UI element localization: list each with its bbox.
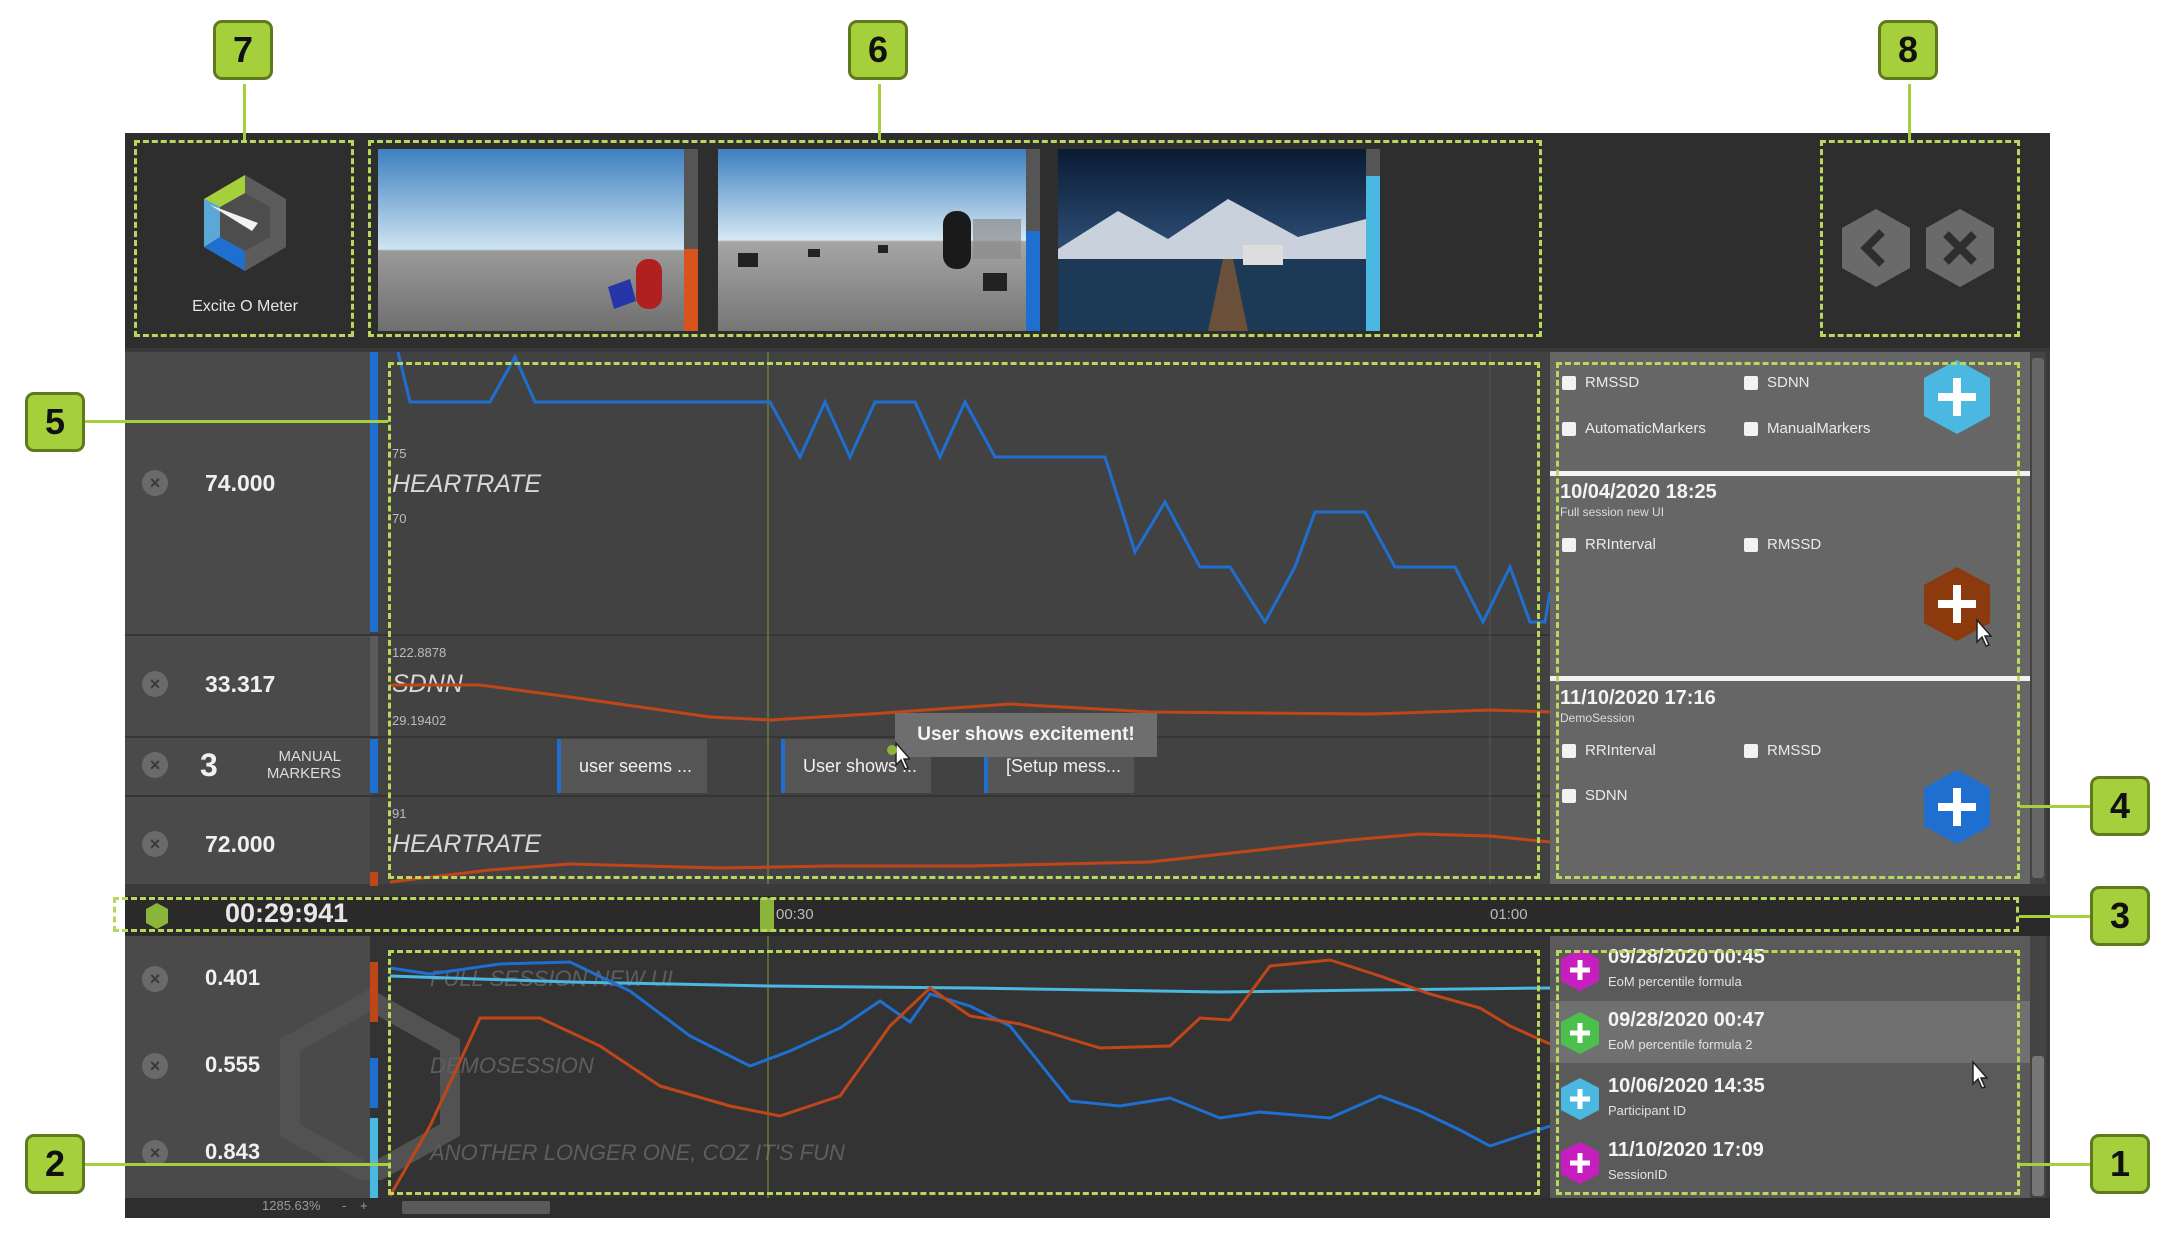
horizontal-scrollbar[interactable] — [402, 1201, 550, 1214]
label-line: MARKERS — [266, 765, 341, 782]
callout-leader — [878, 84, 881, 140]
zoom-in-button[interactable]: + — [360, 1198, 368, 1213]
marker-count: 3 — [200, 747, 218, 783]
row-value: 0.843 — [205, 1139, 261, 1164]
manual-markers-label: MANUAL MARKERS — [255, 748, 341, 782]
callout-leader — [243, 84, 246, 140]
remove-row-button[interactable]: × — [142, 966, 168, 992]
callout-region-4 — [1556, 362, 2020, 879]
callout-leader — [2020, 805, 2090, 808]
callout-badge-4: 4 — [2090, 776, 2150, 836]
row-value-column — [125, 352, 370, 884]
remove-row-button[interactable]: × — [142, 671, 168, 697]
callout-leader — [85, 420, 388, 423]
callout-badge-2: 2 — [25, 1134, 85, 1194]
row-value: 33.317 — [205, 671, 276, 697]
row-value: 72.000 — [205, 831, 276, 857]
scrollbar-thumb[interactable] — [2032, 358, 2044, 878]
row-value: 0.555 — [205, 1052, 261, 1077]
callout-region-7 — [134, 140, 354, 337]
callout-badge-3: 3 — [2090, 886, 2150, 946]
callout-badge-1: 1 — [2090, 1134, 2150, 1194]
callout-badge-6: 6 — [848, 20, 908, 80]
zoom-out-button[interactable]: - — [342, 1198, 346, 1213]
row-value: 74.000 — [205, 470, 276, 496]
scrollbar-thumb[interactable] — [2032, 1056, 2044, 1196]
remove-row-button[interactable]: × — [142, 752, 168, 778]
callout-region-1 — [1556, 950, 2020, 1195]
callout-leader — [2019, 915, 2090, 918]
callout-leader — [85, 1163, 388, 1166]
callout-region-8 — [1820, 140, 2020, 337]
zoom-level: 1285.63% — [262, 1198, 321, 1213]
label-line: MANUAL — [278, 748, 341, 765]
recent-scrollbar[interactable] — [2030, 936, 2046, 1198]
callout-region-5 — [388, 362, 1540, 879]
remove-row-button[interactable]: × — [142, 470, 168, 496]
callout-region-6 — [368, 140, 1542, 337]
callout-badge-8: 8 — [1878, 20, 1938, 80]
remove-row-button[interactable]: × — [142, 1053, 168, 1079]
remove-row-button[interactable]: × — [142, 831, 168, 857]
callout-leader — [1908, 84, 1911, 140]
callout-region-2 — [388, 950, 1540, 1195]
callout-leader — [2020, 1163, 2090, 1166]
callout-region-3 — [113, 897, 2019, 932]
callout-badge-5: 5 — [25, 392, 85, 452]
row-value: 0.401 — [205, 965, 261, 990]
callout-badge-7: 7 — [213, 20, 273, 80]
